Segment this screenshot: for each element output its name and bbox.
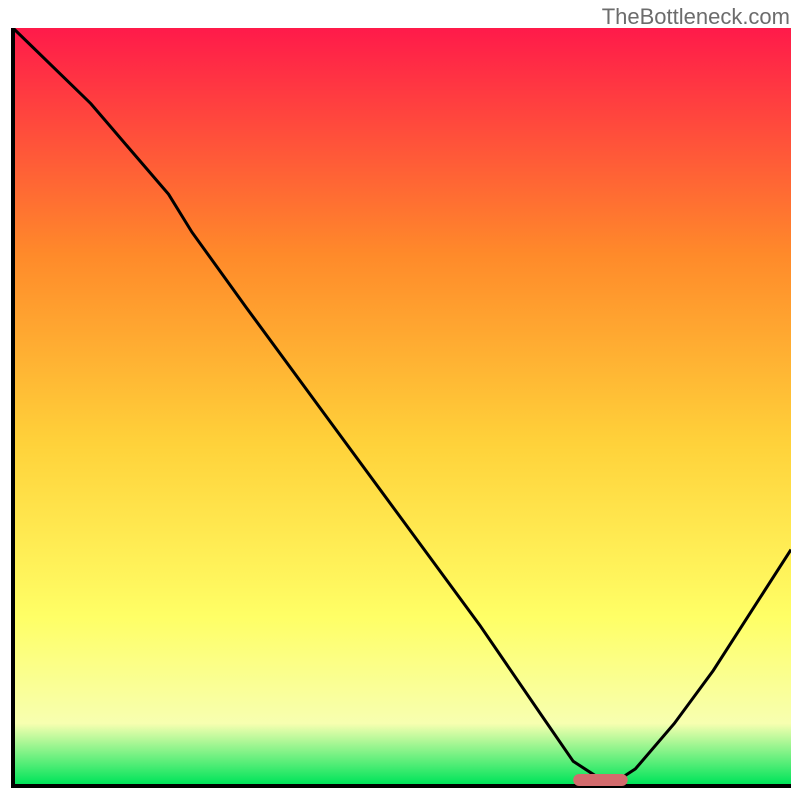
chart-plot-area (9, 28, 791, 800)
gradient-background (13, 28, 791, 784)
chart-container: TheBottleneck.com (0, 0, 800, 800)
optimal-marker (573, 774, 628, 786)
watermark-text: TheBottleneck.com (602, 4, 790, 30)
chart-svg (9, 28, 791, 800)
